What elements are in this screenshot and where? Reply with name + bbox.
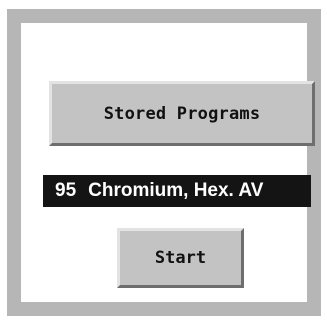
selected-program-display: 95 Chromium, Hex. AV xyxy=(43,175,311,207)
instrument-screen: Stored Programs 95 Chromium, Hex. AV Sta… xyxy=(0,0,327,324)
program-name: Chromium, Hex. AV xyxy=(88,180,264,201)
stored-programs-button[interactable]: Stored Programs xyxy=(49,81,315,146)
start-button[interactable]: Start xyxy=(117,228,244,288)
program-number: 95 xyxy=(55,180,77,201)
screen-frame: Stored Programs 95 Chromium, Hex. AV Sta… xyxy=(7,9,321,316)
